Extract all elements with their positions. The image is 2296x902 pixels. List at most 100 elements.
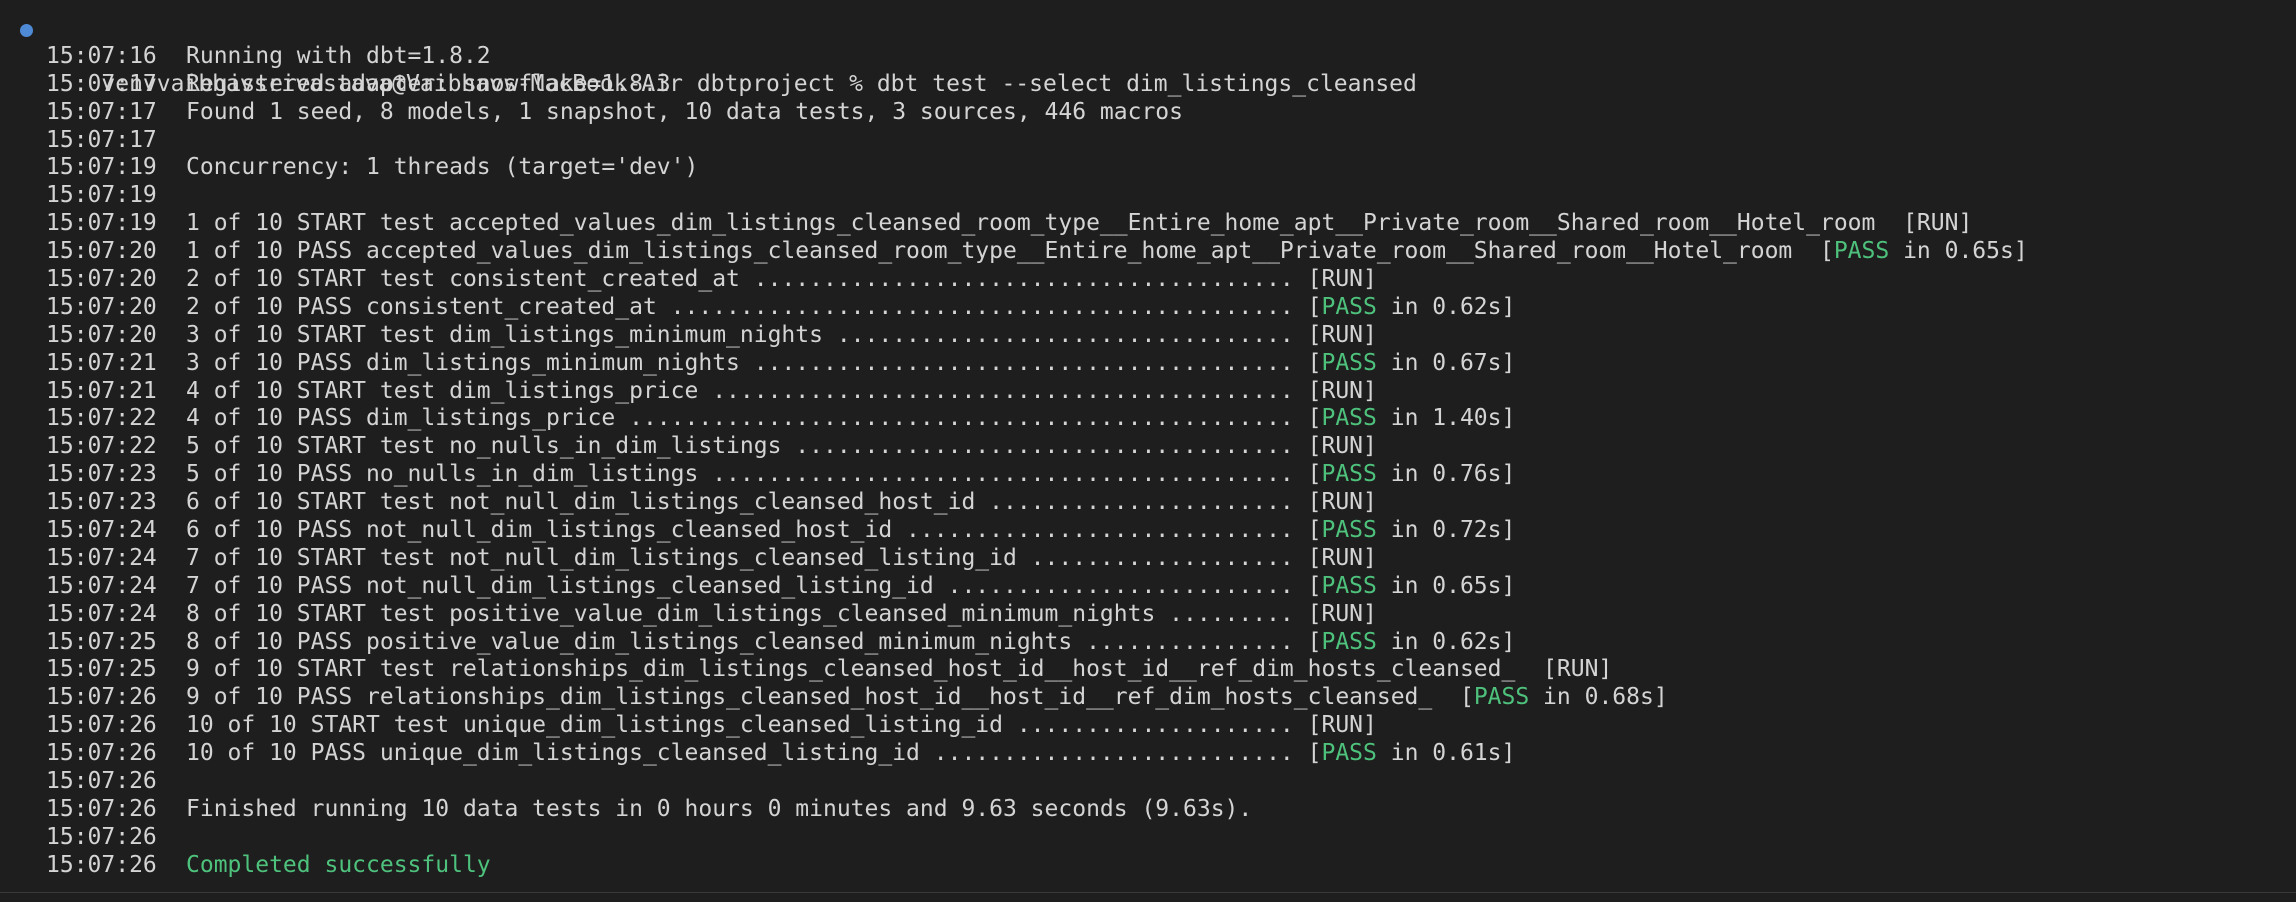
log-timestamp: 15:07:25	[46, 628, 157, 655]
log-message: 6 of 10 START test not_null_dim_listings…	[186, 489, 1308, 516]
log-line: 15:07:26 10 of 10 START test unique_dim_l…	[0, 712, 2296, 740]
log-message: 8 of 10 PASS positive_value_dim_listings…	[186, 628, 1308, 655]
pass-status-bracket: [	[1459, 684, 1474, 711]
log-message: 7 of 10 PASS not_null_dim_listings_clean…	[186, 572, 1308, 599]
pass-duration: in 0.65s]	[1376, 572, 1516, 599]
run-status-badge: [RUN]	[1307, 321, 1377, 348]
log-timestamp: 15:07:22	[46, 405, 157, 432]
pass-status-label: PASS	[1321, 740, 1377, 767]
log-timestamp: 15:07:26	[46, 684, 157, 711]
pass-duration: in 0.67s]	[1376, 349, 1516, 376]
run-status-badge: [RUN]	[1307, 266, 1377, 293]
pass-duration: in 0.65s]	[1889, 238, 2028, 265]
log-message: 10 of 10 START test unique_dim_listings_…	[186, 712, 1308, 739]
log-message: 5 of 10 PASS no_nulls_in_dim_listings ..…	[186, 461, 1308, 488]
log-line: 15:07:24 7 of 10 PASS not_null_dim_listin…	[0, 573, 2296, 601]
pass-status-label: PASS	[1321, 461, 1377, 488]
log-line: 15:07:26 Finished running 10 data tests i…	[0, 796, 2296, 824]
log-timestamp: 15:07:25	[46, 656, 157, 683]
pass-status-bracket: [	[1307, 740, 1322, 767]
log-line: 15:07:26 10 of 10 PASS unique_dim_listing…	[0, 740, 2296, 768]
pass-status-label: PASS	[1321, 405, 1377, 432]
pass-duration: in 0.62s]	[1376, 293, 1516, 320]
run-status-badge: [RUN]	[1307, 433, 1377, 460]
log-timestamp: 15:07:23	[46, 461, 157, 488]
pass-status-label: PASS	[1833, 238, 1890, 265]
pass-duration: in 1.40s]	[1376, 405, 1516, 432]
log-timestamp: 15:07:26	[46, 740, 157, 767]
log-timestamp: 15:07:20	[46, 266, 157, 293]
log-message: Found 1 seed, 8 models, 1 snapshot, 10 d…	[186, 98, 1183, 125]
log-message: 10 of 10 PASS unique_dim_listings_cleans…	[186, 740, 1308, 767]
log-line: 15:07:19 Concurrency: 1 threads (target='…	[0, 154, 2296, 182]
log-line: 15:07:22 4 of 10 PASS dim_listings_price …	[0, 405, 2296, 433]
log-message: 2 of 10 PASS consistent_created_at .....…	[186, 293, 1308, 320]
log-message: 6 of 10 PASS not_null_dim_listings_clean…	[186, 517, 1308, 544]
pass-duration: in 0.68s]	[1529, 684, 1668, 711]
log-message: 3 of 10 PASS dim_listings_minimum_nights…	[186, 349, 1308, 376]
log-line: 15:07:21 3 of 10 PASS dim_listings_minimu…	[0, 350, 2296, 378]
pass-status-label: PASS	[1473, 684, 1530, 711]
log-line: 15:07:26 9 of 10 PASS relationships_dim_l…	[0, 684, 2296, 712]
log-line: 15:07:25 8 of 10 PASS positive_value_dim_…	[0, 629, 2296, 657]
log-message: Finished running 10 data tests in 0 hour…	[186, 795, 1253, 822]
command-text: venvvaibhavsrivastava@Vaibhavs-MacBook-A…	[101, 70, 1417, 97]
pass-status-bracket: [	[1307, 572, 1322, 599]
log-timestamp: 15:07:24	[46, 544, 157, 571]
log-message: Concurrency: 1 threads (target='dev')	[186, 154, 699, 181]
pass-duration: in 0.76s]	[1376, 461, 1516, 488]
log-timestamp: 15:07:21	[46, 349, 157, 376]
log-timestamp: 15:07:19	[46, 210, 157, 237]
log-timestamp: 15:07:20	[46, 293, 157, 320]
log-message: 9 of 10 PASS relationships_dim_listings_…	[186, 684, 1460, 711]
log-line: 15:07:20 2 of 10 PASS consistent_created_…	[0, 294, 2296, 322]
log-timestamp: 15:07:21	[46, 377, 157, 404]
pass-status-label: PASS	[1321, 349, 1377, 376]
log-line: 15:07:20 3 of 10 START test dim_listings_…	[0, 322, 2296, 350]
terminal-output: 15:07:16 Running with dbt=1.8.2 15:07:17 Re…	[0, 43, 2296, 880]
run-status-badge: [RUN]	[1307, 600, 1377, 627]
run-status-badge: [RUN]	[1307, 377, 1377, 404]
log-line: 15:07:19 1 of 10 START test accepted_valu…	[0, 210, 2296, 238]
pass-status-label: PASS	[1321, 517, 1377, 544]
run-status-badge: [RUN]	[1307, 489, 1377, 516]
pass-duration: in 0.61s]	[1376, 740, 1516, 767]
log-timestamp: 15:07:24	[46, 517, 157, 544]
log-timestamp: 15:07:26	[46, 768, 157, 795]
log-timestamp: 15:07:23	[46, 489, 157, 516]
log-message: 4 of 10 START test dim_listings_price ..…	[186, 377, 1308, 404]
log-line: 15:07:21 4 of 10 START test dim_listings_…	[0, 378, 2296, 406]
terminal-window[interactable]: venvvaibhavsrivastava@Vaibhavs-MacBook-A…	[0, 0, 2296, 902]
log-message: 5 of 10 START test no_nulls_in_dim_listi…	[186, 433, 1308, 460]
pass-status-bracket: [	[1307, 349, 1322, 376]
log-message: Running with dbt=1.8.2	[186, 42, 491, 69]
command-prompt-line: venvvaibhavsrivastava@Vaibhavs-MacBook-A…	[0, 15, 2296, 97]
log-message: 1 of 10 START test accepted_values_dim_l…	[186, 210, 1904, 237]
log-line: 15:07:24 7 of 10 START test not_null_dim_…	[0, 545, 2296, 573]
pass-status-label: PASS	[1321, 572, 1377, 599]
log-timestamp: 15:07:19	[46, 154, 157, 181]
log-message: 9 of 10 START test relationships_dim_lis…	[186, 656, 1544, 683]
pass-status-bracket: [	[1819, 238, 1834, 265]
run-status-badge: [RUN]	[1543, 656, 1613, 683]
log-message: 4 of 10 PASS dim_listings_price ........…	[186, 405, 1308, 432]
log-line: 15:07:17 Found 1 seed, 8 models, 1 snapsh…	[0, 99, 2296, 127]
command-status-dot-icon	[20, 24, 33, 37]
log-timestamp: 15:07:19	[46, 182, 157, 209]
log-timestamp: 15:07:22	[46, 433, 157, 460]
run-status-badge: [RUN]	[1307, 712, 1377, 739]
log-line: 15:07:25 9 of 10 START test relationships…	[0, 656, 2296, 684]
log-message: 3 of 10 START test dim_listings_minimum_…	[186, 321, 1308, 348]
log-line: 15:07:23 6 of 10 START test not_null_dim_…	[0, 489, 2296, 517]
pass-status-bracket: [	[1307, 517, 1322, 544]
pass-duration: in 0.62s]	[1376, 628, 1516, 655]
log-timestamp: 15:07:20	[46, 321, 157, 348]
log-timestamp: 15:07:17	[46, 126, 157, 153]
log-line: 15:07:19	[0, 182, 2296, 210]
pass-status-bracket: [	[1307, 293, 1322, 320]
log-line: 15:07:16 Running with dbt=1.8.2	[0, 43, 2296, 71]
pass-status-bracket: [	[1307, 405, 1322, 432]
log-line: 15:07:23 5 of 10 PASS no_nulls_in_dim_lis…	[0, 461, 2296, 489]
pass-status-bracket: [	[1307, 461, 1322, 488]
pass-duration: in 0.72s]	[1376, 517, 1516, 544]
